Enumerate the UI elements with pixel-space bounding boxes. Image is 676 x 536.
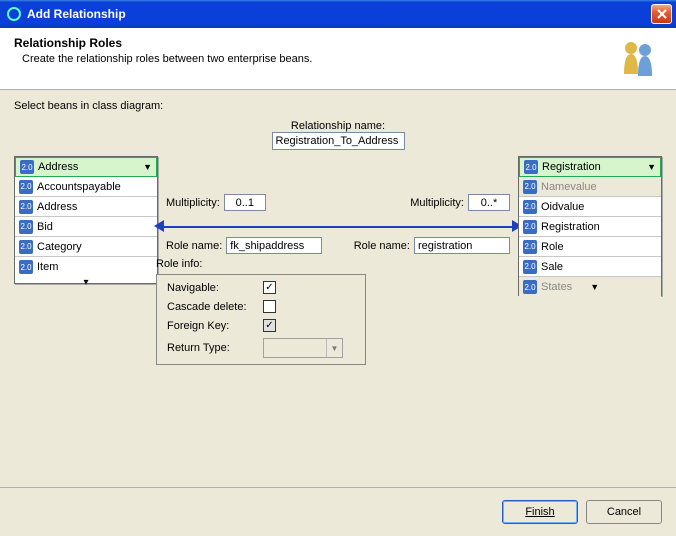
bean-icon: 2.0 xyxy=(19,220,33,234)
bean-item[interactable]: 2.0 Accountspayable xyxy=(15,177,157,197)
bean-item-selected[interactable]: 2.0 Address ▼ xyxy=(15,157,157,177)
bean-label: Role xyxy=(541,241,564,253)
bean-item[interactable]: 2.0 Bid xyxy=(15,217,157,237)
close-button[interactable] xyxy=(651,4,672,24)
relationship-name-block: Relationship name: xyxy=(168,120,508,150)
bean-icon: 2.0 xyxy=(19,240,33,254)
bean-label: Address xyxy=(38,161,78,173)
chevron-down-icon: ▼ xyxy=(590,282,599,292)
page-subtitle: Create the relationship roles between tw… xyxy=(22,53,662,65)
association-line xyxy=(160,226,516,228)
bean-label: Registration xyxy=(541,221,600,233)
bean-icon: 2.0 xyxy=(523,180,537,194)
right-bean-list[interactable]: 2.0 Registration ▼ 2.0Namevalue 2.0Oidva… xyxy=(518,156,662,296)
app-icon xyxy=(6,6,22,22)
scroll-down-button[interactable]: ▾ xyxy=(15,277,157,291)
bean-icon: 2.0 xyxy=(19,200,33,214)
bean-item[interactable]: 2.0 Sale xyxy=(519,257,661,277)
bean-icon: 2.0 xyxy=(523,200,537,214)
bean-item-selected[interactable]: 2.0 Registration ▼ xyxy=(519,157,661,177)
navigable-label: Navigable: xyxy=(167,282,263,294)
bean-item[interactable]: 2.0 Oidvalue xyxy=(519,197,661,217)
body-area: Select beans in class diagram: Relations… xyxy=(0,90,676,484)
bean-icon: 2.0 xyxy=(19,180,33,194)
arrow-left-icon xyxy=(154,220,164,232)
cascade-delete-checkbox[interactable] xyxy=(263,300,276,313)
multiplicity-label-left: Multiplicity: xyxy=(166,197,220,209)
multiplicity-input-left[interactable] xyxy=(224,194,266,211)
bean-label: Namevalue xyxy=(541,181,597,193)
role-name-input-left[interactable] xyxy=(226,237,322,254)
chevron-down-icon: ▼ xyxy=(143,162,152,172)
bean-icon: 2.0 xyxy=(523,220,537,234)
role-info-box: Role info: Navigable: ✓ Cascade delete: … xyxy=(156,258,366,365)
bean-item[interactable]: 2.0 Address xyxy=(15,197,157,217)
bean-icon: 2.0 xyxy=(524,160,538,174)
bean-label: Registration xyxy=(542,161,601,173)
bean-icon: 2.0 xyxy=(19,260,33,274)
bean-item[interactable]: 2.0 Role xyxy=(519,237,661,257)
foreign-key-label: Foreign Key: xyxy=(167,320,263,332)
footer: Finish Cancel xyxy=(0,487,676,536)
role-name-label-left: Role name: xyxy=(166,240,222,252)
bean-label: Address xyxy=(37,201,77,213)
bean-label: Item xyxy=(37,261,58,273)
bean-label: Category xyxy=(37,241,82,253)
bean-icon: 2.0 xyxy=(523,240,537,254)
association-block: Multiplicity: Multiplicity: Role name: R… xyxy=(166,194,510,254)
cascade-delete-label: Cascade delete: xyxy=(167,301,263,313)
relationship-name-input[interactable] xyxy=(272,132,405,150)
relationship-icon xyxy=(614,34,662,82)
role-info-panel: Navigable: ✓ Cascade delete: Foreign Key… xyxy=(156,274,366,365)
bean-icon: 2.0 xyxy=(20,160,34,174)
bean-label: Oidvalue xyxy=(541,201,584,213)
multiplicity-label-right: Multiplicity: xyxy=(410,197,464,209)
header-panel: Relationship Roles Create the relationsh… xyxy=(0,28,676,90)
bean-item-disabled: 2.0 States ▼ xyxy=(519,277,661,297)
cancel-button[interactable]: Cancel xyxy=(586,500,662,524)
finish-button[interactable]: Finish xyxy=(502,500,578,524)
role-info-title: Role info: xyxy=(156,258,366,270)
bean-label: Bid xyxy=(37,221,53,233)
window-title: Add Relationship xyxy=(27,7,651,21)
bean-item[interactable]: 2.0 Category xyxy=(15,237,157,257)
foreign-key-checkbox[interactable]: ✓ xyxy=(263,319,276,332)
page-title: Relationship Roles xyxy=(14,36,662,50)
bean-icon: 2.0 xyxy=(523,280,537,294)
role-name-input-right[interactable] xyxy=(414,237,510,254)
chevron-down-icon: ▼ xyxy=(647,162,656,172)
role-name-label-right: Role name: xyxy=(354,240,410,252)
bean-item[interactable]: 2.0 Item xyxy=(15,257,157,277)
bean-label: Sale xyxy=(541,261,563,273)
bean-label: States xyxy=(541,281,572,293)
relationship-name-label: Relationship name: xyxy=(168,120,508,132)
chevron-down-icon: ▼ xyxy=(326,339,342,357)
bean-icon: 2.0 xyxy=(523,260,537,274)
return-type-label: Return Type: xyxy=(167,342,263,354)
instruction-label: Select beans in class diagram: xyxy=(14,100,662,112)
bean-label: Accountspayable xyxy=(37,181,121,193)
multiplicity-input-right[interactable] xyxy=(468,194,510,211)
left-bean-list[interactable]: 2.0 Address ▼ 2.0Accountspayable 2.0Addr… xyxy=(14,156,158,284)
return-type-select[interactable]: ▼ xyxy=(263,338,343,358)
bean-item-disabled: 2.0 Namevalue xyxy=(519,177,661,197)
bean-item[interactable]: 2.0 Registration xyxy=(519,217,661,237)
titlebar: Add Relationship xyxy=(0,0,676,28)
navigable-checkbox[interactable]: ✓ xyxy=(263,281,276,294)
